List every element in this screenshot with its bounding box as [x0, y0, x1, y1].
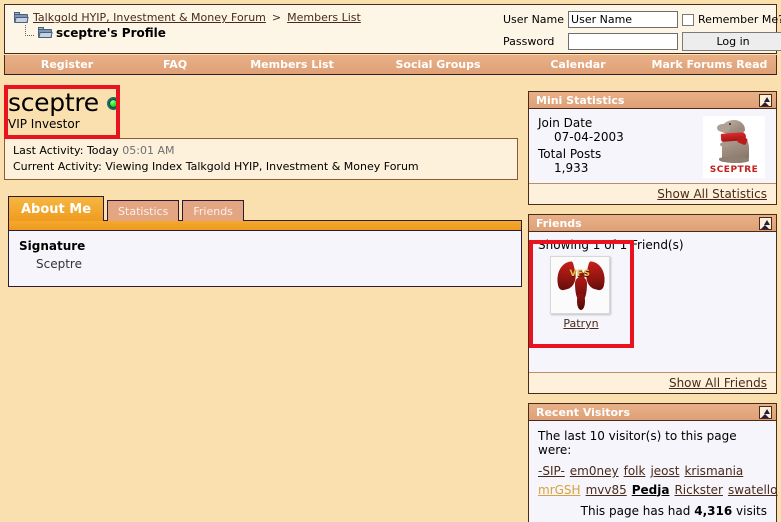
tab-strip: [8, 220, 522, 232]
recent-visitors-panel: Recent Visitors The last 10 visitor(s) t…: [528, 403, 778, 522]
password-input[interactable]: [568, 33, 679, 50]
remember-me-checkbox[interactable]: [682, 13, 695, 26]
breadcrumb-link-members-list[interactable]: Members List: [287, 11, 361, 24]
join-date-value: 07-04-2003: [554, 130, 624, 144]
friend-name: Patryn: [550, 317, 612, 330]
nav-item-calendar[interactable]: Calendar: [513, 58, 643, 71]
recent-visitors-header: Recent Visitors: [529, 404, 776, 421]
total-posts-value: 1,933: [554, 161, 589, 175]
friends-showing-count: Showing 1 of 1 Friend(s): [538, 238, 684, 252]
username-input[interactable]: [568, 11, 679, 28]
visitor-link-sip[interactable]: -SIP-: [538, 464, 565, 478]
profile-username: sceptre: [8, 88, 99, 117]
username-label: User Name: [503, 13, 565, 26]
folder-icon: [38, 27, 53, 39]
last-activity-time: 05:01 AM: [122, 144, 175, 158]
nav-item-faq[interactable]: FAQ: [129, 58, 221, 71]
profile-user-title: VIP Investor: [8, 117, 80, 132]
mini-statistics-header: Mini Statistics: [529, 92, 776, 109]
visitor-link-mrgsh[interactable]: mrGSH: [538, 483, 581, 497]
visitor-link-em0ney[interactable]: em0ney: [570, 464, 619, 478]
nav-item-mark-forums-read[interactable]: Mark Forums Read: [643, 58, 776, 71]
page-visits-line: This page has had 4,316 visits: [538, 504, 767, 518]
visits-count: 4,316: [694, 504, 733, 518]
breadcrumb-separator: >: [271, 11, 282, 24]
visitors-intro: The last 10 visitor(s) to this page were…: [538, 429, 737, 457]
last-activity-line: Last Activity: Today 05:01 AM: [13, 143, 509, 159]
profile-main-column: sceptre VIP Investor Last Activity: Toda…: [4, 85, 522, 288]
profile-sidebar: Mini Statistics Join Date 07-04-2003 Tot…: [528, 91, 778, 522]
breadcrumb: Talkgold HYIP, Investment & Money Forum …: [5, 5, 503, 40]
dinosaur-icon: [716, 119, 756, 163]
collapse-icon[interactable]: [759, 93, 772, 107]
join-date-label: Join Date: [538, 116, 593, 130]
avatar-text: SCEPTRE: [709, 165, 759, 175]
visitor-row: mrGSH mvv85 Pedja Rickster swatello: [538, 481, 778, 500]
mini-statistics-body: Join Date 07-04-2003 Total Posts 1,933 S…: [529, 109, 776, 183]
friends-title: Friends: [536, 216, 582, 230]
visits-prefix: This page has had: [580, 504, 691, 518]
collapse-icon[interactable]: [759, 216, 772, 230]
visitor-link-folk[interactable]: folk: [624, 464, 646, 478]
mini-statistics-panel: Mini Statistics Join Date 07-04-2003 Tot…: [528, 91, 777, 205]
avatar: SCEPTRE: [703, 116, 765, 178]
tab-statistics[interactable]: Statistics: [107, 200, 180, 222]
current-activity-line: Current Activity: Viewing Index Talkgold…: [13, 160, 419, 174]
friends-body: Showing 1 of 1 Friend(s) VFS Patryn: [529, 232, 776, 372]
nav-item-register[interactable]: Register: [5, 58, 129, 71]
login-button[interactable]: Log in: [682, 32, 781, 51]
folder-icon: [14, 11, 29, 24]
profile-tabs: About Me Statistics Friends: [4, 195, 518, 222]
friends-header: Friends: [529, 215, 776, 232]
friends-panel: Friends Showing 1 of 1 Friend(s) VFS Pat…: [528, 214, 777, 394]
mini-statistics-title: Mini Statistics: [536, 93, 625, 107]
friend-avatar[interactable]: VFS: [550, 256, 610, 314]
page-header: Talkgold HYIP, Investment & Money Forum …: [4, 4, 781, 54]
last-activity-label: Last Activity: Today: [13, 144, 119, 158]
visitor-row: -SIP-em0ney folk jeost krismania: [538, 462, 767, 481]
tab-about-me[interactable]: About Me: [8, 196, 105, 222]
about-me-panel: Signature Sceptre: [8, 231, 522, 288]
visitor-link-pedja[interactable]: Pedja: [632, 483, 670, 497]
password-label: Password: [503, 35, 555, 48]
friends-footer: Show All Friends: [529, 372, 776, 393]
signature-body: Sceptre: [36, 257, 82, 272]
nav-item-social-groups[interactable]: Social Groups: [363, 58, 513, 71]
visitor-link-krismania[interactable]: krismania: [684, 464, 743, 478]
friend-link-patryn[interactable]: Patryn: [563, 317, 598, 330]
nav-item-members-list[interactable]: Members List: [221, 58, 363, 71]
online-status-icon: [106, 96, 120, 110]
visitor-link-swatello[interactable]: swatello: [728, 483, 778, 497]
mini-statistics-footer: Show All Statistics: [529, 183, 776, 204]
visits-suffix: visits: [736, 504, 767, 518]
remember-me-label: Remember Me?: [698, 13, 781, 26]
visitor-link-rickster[interactable]: Rickster: [674, 483, 723, 497]
friend-avatar-text: VFS: [569, 269, 591, 279]
page-title: sceptre's Profile: [56, 26, 166, 40]
remember-me-group[interactable]: Remember Me?: [682, 13, 781, 26]
recent-visitors-title: Recent Visitors: [536, 405, 631, 419]
list-item[interactable]: VFS Patryn: [550, 256, 612, 330]
tree-elbow-icon: [25, 24, 34, 36]
visitor-list: -SIP-em0ney folk jeost krismania mrGSH mvv85…: [538, 462, 778, 500]
collapse-icon[interactable]: [759, 405, 772, 419]
breadcrumb-link-forum[interactable]: Talkgold HYIP, Investment & Money Forum: [33, 11, 266, 24]
show-all-friends-link[interactable]: Show All Friends: [669, 376, 767, 390]
signature-title: Signature: [19, 239, 86, 254]
show-all-statistics-link[interactable]: Show All Statistics: [657, 187, 767, 201]
visitor-link-mvv85[interactable]: mvv85: [586, 483, 627, 497]
visitor-link-jeost[interactable]: jeost: [650, 464, 679, 478]
mini-statistics-values: Join Date 07-04-2003 Total Posts 1,933: [538, 116, 624, 178]
main-navbar: Register FAQ Members List Social Groups …: [4, 55, 777, 75]
login-form: User Name Remember Me? Password Log in: [503, 11, 781, 51]
activity-box: Last Activity: Today 05:01 AM Current Ac…: [4, 138, 518, 181]
total-posts-label: Total Posts: [538, 147, 602, 161]
recent-visitors-body: The last 10 visitor(s) to this page were…: [529, 421, 778, 522]
tab-friends[interactable]: Friends: [182, 200, 244, 222]
username-block: sceptre VIP Investor: [4, 85, 518, 139]
profile-page: Talkgold HYIP, Investment & Money Forum …: [0, 0, 781, 522]
